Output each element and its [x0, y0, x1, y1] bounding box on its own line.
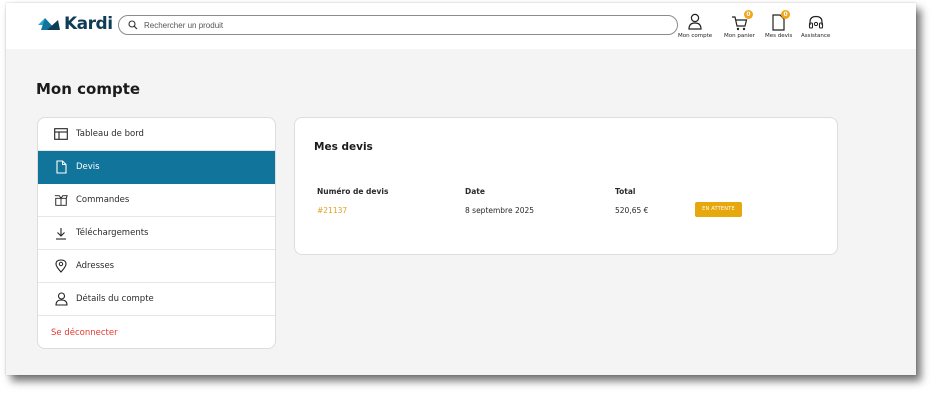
logout-link[interactable]: Se déconnecter [38, 316, 275, 348]
brand-name: Kardi [64, 14, 113, 34]
cart-button[interactable]: 0 Mon panier [724, 9, 755, 39]
search-icon [128, 20, 138, 30]
quotes-label: Mes devis [765, 33, 793, 39]
sidebar-item-account-details[interactable]: Détails du compte [38, 283, 275, 316]
sidebar-item-label: Commandes [76, 195, 130, 205]
dashboard-icon [54, 128, 68, 140]
page-title: Mon compte [36, 80, 141, 98]
sidebar-item-downloads[interactable]: Téléchargements [38, 217, 275, 250]
app-window: Kardi Mon compte [6, 3, 916, 375]
account-label: Mon compte [678, 33, 713, 39]
document-icon [55, 160, 67, 174]
sidebar-item-label: Devis [76, 162, 100, 172]
download-icon [56, 227, 66, 240]
sidebar-item-addresses[interactable]: Adresses [38, 250, 275, 283]
quote-total: 520,65 € [615, 206, 649, 215]
assistance-label: Assistance [801, 33, 831, 39]
quotes-button[interactable]: 0 Mes devis [765, 9, 792, 39]
status-badge: EN ATTENTE [695, 202, 742, 217]
headset-icon [808, 15, 823, 29]
quotes-card: Mes devis Numéro de devis Date Total #21… [294, 117, 838, 255]
quote-date: 8 septembre 2025 [465, 206, 535, 215]
user-icon [54, 292, 68, 306]
box-icon [54, 194, 68, 206]
sidebar-item-label: Téléchargements [76, 228, 149, 238]
column-header-total: Total [615, 187, 636, 196]
card-title: Mes devis [314, 141, 373, 153]
assistance-button[interactable]: Assistance [801, 9, 830, 39]
column-header-date: Date [465, 187, 485, 196]
location-pin-icon [55, 259, 67, 273]
sidebar-item-quotes[interactable]: Devis [38, 151, 275, 184]
top-bar: Kardi Mon compte [6, 3, 916, 49]
kardi-logo-icon [38, 18, 60, 30]
sidebar-item-label: Détails du compte [76, 294, 154, 304]
sidebar-item-label: Tableau de bord [76, 129, 144, 139]
sidebar-item-label: Adresses [76, 261, 115, 271]
sidebar-item-orders[interactable]: Commandes [38, 184, 275, 217]
brand-logo[interactable]: Kardi [36, 14, 113, 34]
cart-label: Mon panier [724, 33, 755, 39]
quote-number-link[interactable]: #21137 [317, 206, 347, 215]
column-header-number: Numéro de devis [317, 187, 389, 196]
cart-badge: 0 [743, 10, 753, 19]
user-icon [688, 13, 702, 30]
account-sidebar: Tableau de bord Devis Commandes Téléchar… [37, 117, 276, 349]
search-input[interactable] [144, 20, 644, 30]
quotes-badge: 0 [781, 10, 791, 19]
search-bar[interactable] [118, 15, 678, 35]
account-button[interactable]: Mon compte [678, 9, 712, 39]
sidebar-item-dashboard[interactable]: Tableau de bord [38, 118, 275, 151]
